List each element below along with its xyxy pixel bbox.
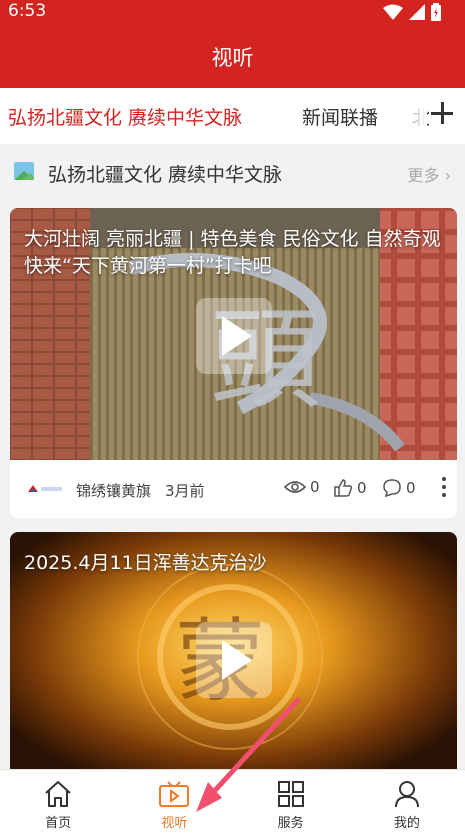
tab-fade <box>387 88 427 144</box>
home-icon <box>45 781 71 807</box>
likes-count: 0 <box>357 479 367 497</box>
nav-services-label: 服务 <box>277 816 304 831</box>
tab-beijiang-culture[interactable]: 弘扬北疆文化 赓续中华文脉 <box>8 103 242 130</box>
video-caption: 大河壮阔 亮丽北疆 | 特色美食 民俗文化 自然奇观 快来“天下黄河第一村”打卡… <box>24 228 441 277</box>
likes-stat[interactable]: 0 <box>333 478 367 498</box>
add-channel-icon[interactable] <box>429 100 455 126</box>
section-header: 弘扬北疆文化 赓续中华文脉 更多 › <box>0 148 465 196</box>
nav-video[interactable]: 视听 <box>116 770 232 837</box>
image-icon <box>14 162 34 180</box>
views-stat: 0 <box>284 478 320 496</box>
comment-icon <box>383 479 401 498</box>
channel-tabs: 弘扬北疆文化 赓续中华文脉 新闻联播 北 <box>0 88 465 144</box>
video-caption: 2025.4月11日浑善达克治沙 <box>24 552 267 574</box>
more-link[interactable]: 更多 › <box>408 162 452 186</box>
views-count: 0 <box>310 478 320 496</box>
more-options-icon[interactable] <box>441 476 447 498</box>
tab-news-broadcast[interactable]: 新闻联播 <box>302 103 378 130</box>
grid-icon <box>277 781 304 807</box>
nav-profile[interactable]: 我的 <box>349 770 465 837</box>
signal-icon <box>409 4 425 20</box>
status-icons <box>383 3 441 21</box>
battery-icon <box>431 3 441 21</box>
play-icon[interactable] <box>196 622 272 698</box>
eye-icon <box>284 481 306 493</box>
nav-profile-label: 我的 <box>393 816 420 831</box>
video-card[interactable]: 蒙 2025.4月11日浑善达克治沙 <box>10 532 457 792</box>
nav-home[interactable]: 首页 <box>0 770 116 837</box>
source-name[interactable]: 锦绣镶黄旗 <box>76 480 151 501</box>
play-icon[interactable] <box>196 298 272 374</box>
thumbs-up-icon <box>334 479 353 497</box>
status-bar: 6:53 <box>0 0 465 26</box>
app-header: 视听 <box>0 26 465 88</box>
video-thumbnail[interactable]: 頭 大河壮阔 亮丽北疆 | 特色美食 民俗文化 自然奇观 快来“天下黄河第一村”… <box>10 208 457 460</box>
video-thumbnail[interactable]: 蒙 2025.4月11日浑善达克治沙 <box>10 532 457 784</box>
section-title: 弘扬北疆文化 赓续中华文脉 <box>48 164 283 186</box>
status-time: 6:53 <box>8 1 47 21</box>
source-logo <box>28 485 62 492</box>
publish-time: 3月前 <box>165 482 205 500</box>
bottom-nav: 首页 视听 服务 我的 <box>0 769 465 837</box>
nav-home-label: 首页 <box>45 816 72 831</box>
nav-services[interactable]: 服务 <box>233 770 349 837</box>
video-card[interactable]: 頭 大河壮阔 亮丽北疆 | 特色美食 民俗文化 自然奇观 快来“天下黄河第一村”… <box>10 208 457 518</box>
comments-stat[interactable]: 0 <box>382 478 416 498</box>
wifi-icon <box>383 4 403 20</box>
user-icon <box>394 781 419 808</box>
video-meta: 锦绣镶黄旗 3月前 0 0 0 <box>10 460 457 518</box>
page-title: 视听 <box>211 46 254 70</box>
video-icon <box>159 781 190 807</box>
comments-count: 0 <box>406 479 416 497</box>
nav-video-label: 视听 <box>161 816 188 831</box>
